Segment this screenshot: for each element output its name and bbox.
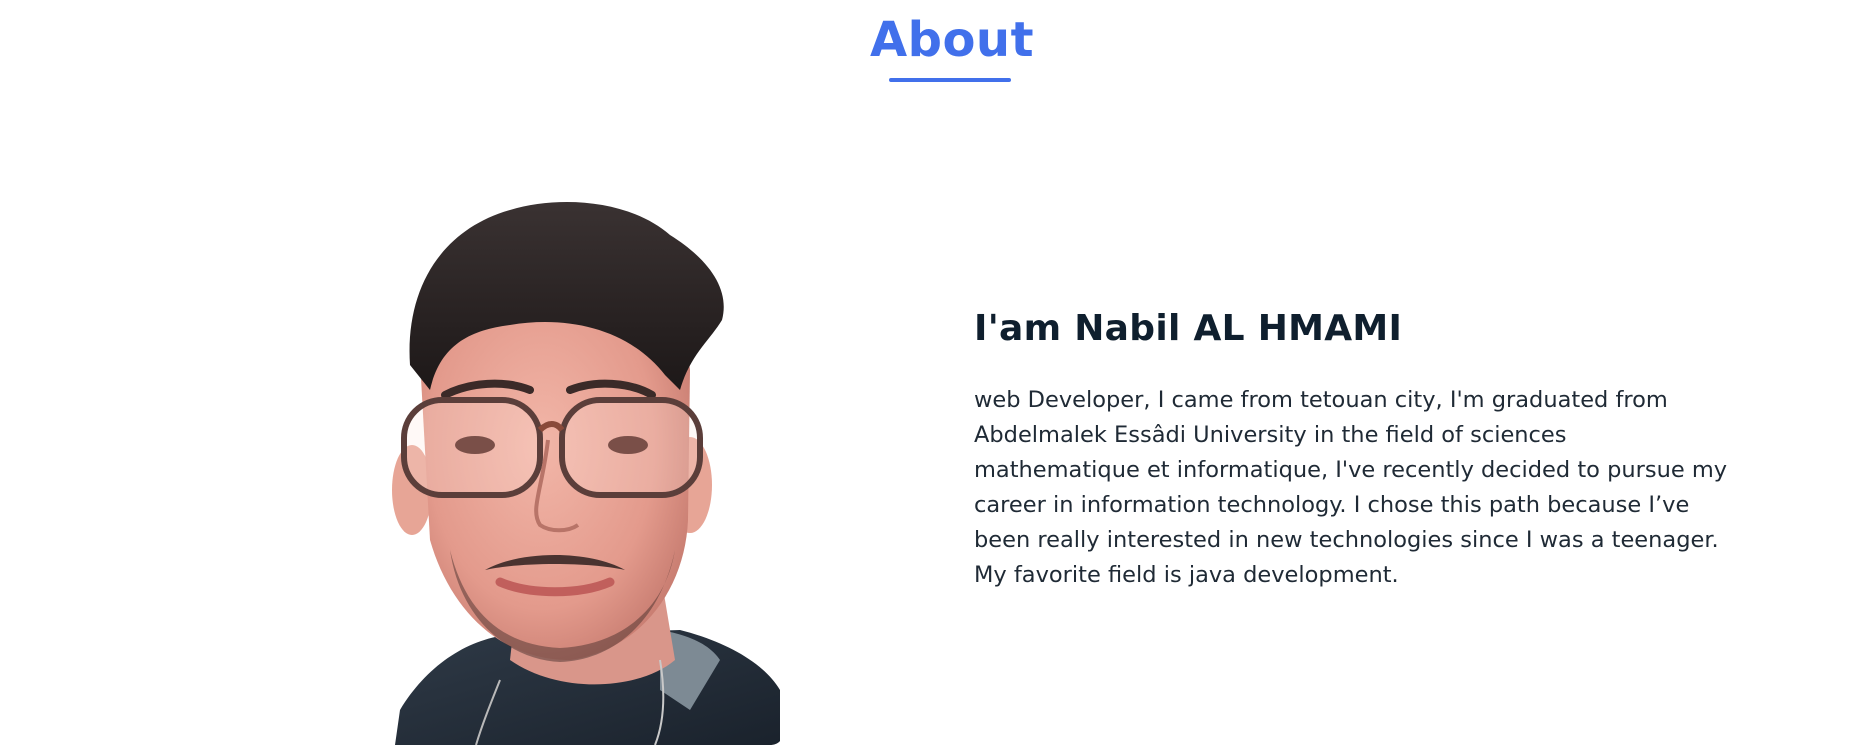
section-title: About xyxy=(869,12,1035,68)
profile-bio: web Developer, I came from tetouan city,… xyxy=(974,387,1728,588)
profile-heading: I'am Nabil AL HMAMI xyxy=(974,308,1403,349)
portrait-photo xyxy=(392,202,780,745)
about-text-block: I'am Nabil AL HMAMI web Developer, I cam… xyxy=(974,308,1734,593)
title-underline xyxy=(889,78,1011,82)
